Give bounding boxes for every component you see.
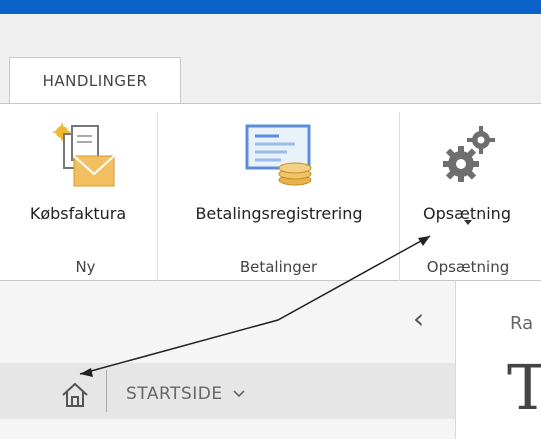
breadcrumb-label: STARTSIDE — [126, 384, 223, 404]
ribbon: Købsfaktura Betalingsregistrering Opsætn… — [0, 103, 541, 282]
tab-handlinger[interactable]: HANDLINGER — [9, 57, 181, 104]
window-top-bar — [0, 0, 541, 14]
chevron-down-icon — [232, 390, 245, 398]
gears-icon — [443, 126, 495, 182]
purchase-invoice-icon — [52, 122, 115, 187]
chevron-left-icon[interactable]: ‹ — [413, 305, 424, 333]
payment-registration-icon — [245, 124, 312, 186]
content-partial-text: Ra — [510, 313, 534, 334]
group-label-betalinger: Betalinger — [239, 258, 318, 276]
home-icon[interactable] — [60, 380, 90, 410]
betalingsregistrering-button[interactable]: Betalingsregistrering — [165, 118, 393, 230]
opsaetning-button[interactable]: Opsætning — [403, 118, 531, 230]
group-separator — [399, 112, 400, 282]
kobsfaktura-button[interactable]: Købsfaktura — [14, 118, 142, 230]
group-label-ny: Ny — [75, 258, 96, 276]
dropdown-arrow-icon[interactable] — [464, 220, 472, 225]
content-title-partial: T — [507, 351, 541, 424]
group-label-opsaetning: Opsætning — [426, 258, 510, 276]
kobsfaktura-label: Købsfaktura — [29, 204, 127, 223]
betalingsregistrering-label: Betalingsregistrering — [195, 204, 363, 223]
breadcrumb-separator — [106, 370, 107, 412]
breadcrumb-startside[interactable]: STARTSIDE — [126, 384, 245, 404]
group-separator — [157, 112, 158, 282]
